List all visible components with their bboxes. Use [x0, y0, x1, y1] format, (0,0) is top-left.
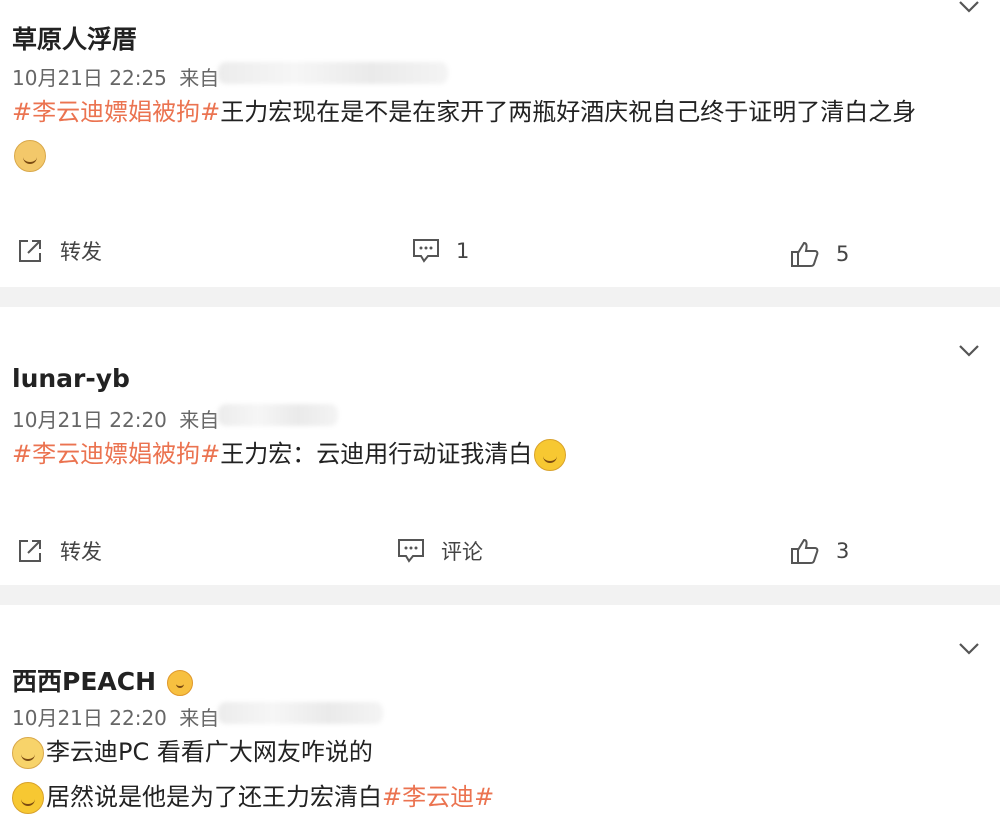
post-content: #李云迪嫖娼被拘#王力宏现在是不是在家开了两瓶好酒庆祝自己终于证明了清白之身 [12, 95, 916, 129]
doge-emoji-icon [14, 140, 46, 172]
heart-eyes-emoji-icon [166, 670, 193, 696]
post-time: 10月21日 22:25 来自 [12, 62, 219, 91]
chevron-down-icon[interactable] [958, 0, 980, 14]
comment-label: 评论 [441, 540, 483, 564]
post-card: 西西PEACH 10月21日 22:20 来自 李云迪PC 看看广大网友咋说的 … [0, 605, 1000, 829]
username: 西西PEACH [12, 662, 193, 698]
like-button[interactable]: 5 [790, 240, 849, 268]
timestamp[interactable]: 10月21日 22:20 [12, 706, 167, 730]
chevron-down-icon[interactable] [958, 344, 980, 358]
post-content-line: 居然说是他是为了还王力宏清白#李云迪# [12, 780, 494, 814]
repost-label: 转发 [60, 540, 102, 564]
share-icon [19, 540, 41, 562]
source-blurred [218, 404, 338, 426]
from-label: 来自 [179, 706, 220, 730]
post-text: 王力宏：云迪用行动证我清白 [220, 440, 533, 468]
crying-emoji-icon [12, 737, 44, 769]
like-count: 3 [836, 539, 850, 563]
laugh-cry-emoji-icon [12, 782, 44, 814]
repost-button[interactable]: 转发 [16, 236, 102, 266]
comment-count: 1 [456, 239, 470, 263]
source-blurred [218, 62, 448, 84]
topic-link[interactable]: #李云迪嫖娼被拘# [12, 440, 220, 468]
laugh-cry-emoji-icon [534, 439, 567, 471]
chevron-down-icon[interactable] [958, 642, 980, 656]
comment-icon [413, 239, 439, 263]
post-card: 草原人浮厝 10月21日 22:25 来自 #李云迪嫖娼被拘#王力宏现在是不是在… [0, 0, 1000, 287]
comment-button[interactable]: 1 [412, 238, 469, 264]
comment-button[interactable]: 评论 [397, 536, 483, 566]
post-card: lunar-yb 10月21日 22:20 来自 #李云迪嫖娼被拘#王力宏：云迪… [0, 307, 1000, 585]
timestamp[interactable]: 10月21日 22:25 [12, 66, 167, 90]
username[interactable]: 草原人浮厝 [12, 20, 137, 56]
post-separator [0, 585, 1000, 605]
topic-link[interactable]: #李云迪嫖娼被拘# [12, 98, 220, 126]
post-text: 李云迪PC 看看广大网友咋说的 [46, 738, 373, 766]
like-count: 5 [836, 242, 850, 266]
share-icon [19, 240, 41, 262]
timestamp[interactable]: 10月21日 22:20 [12, 408, 167, 432]
username-text[interactable]: 西西PEACH [12, 667, 156, 696]
post-content: #李云迪嫖娼被拘#王力宏：云迪用行动证我清白 [12, 437, 567, 471]
post-text: 居然说是他是为了还王力宏清白 [46, 783, 382, 811]
post-time: 10月21日 22:20 来自 [12, 404, 219, 433]
post-content-line: 李云迪PC 看看广大网友咋说的 [12, 735, 373, 769]
like-button[interactable]: 3 [790, 537, 849, 565]
from-label: 来自 [179, 408, 220, 432]
repost-label: 转发 [60, 240, 102, 264]
from-label: 来自 [179, 66, 220, 90]
post-text: 王力宏现在是不是在家开了两瓶好酒庆祝自己终于证明了清白之身 [220, 98, 917, 126]
username[interactable]: lunar-yb [12, 364, 130, 393]
post-time: 10月21日 22:20 来自 [12, 702, 219, 731]
source-blurred [218, 702, 383, 724]
comment-icon [398, 539, 424, 563]
thumbs-up-icon [791, 538, 819, 564]
post-separator [0, 287, 1000, 307]
thumbs-up-icon [791, 241, 819, 267]
topic-link[interactable]: #李云迪# [382, 783, 494, 811]
repost-button[interactable]: 转发 [16, 536, 102, 566]
